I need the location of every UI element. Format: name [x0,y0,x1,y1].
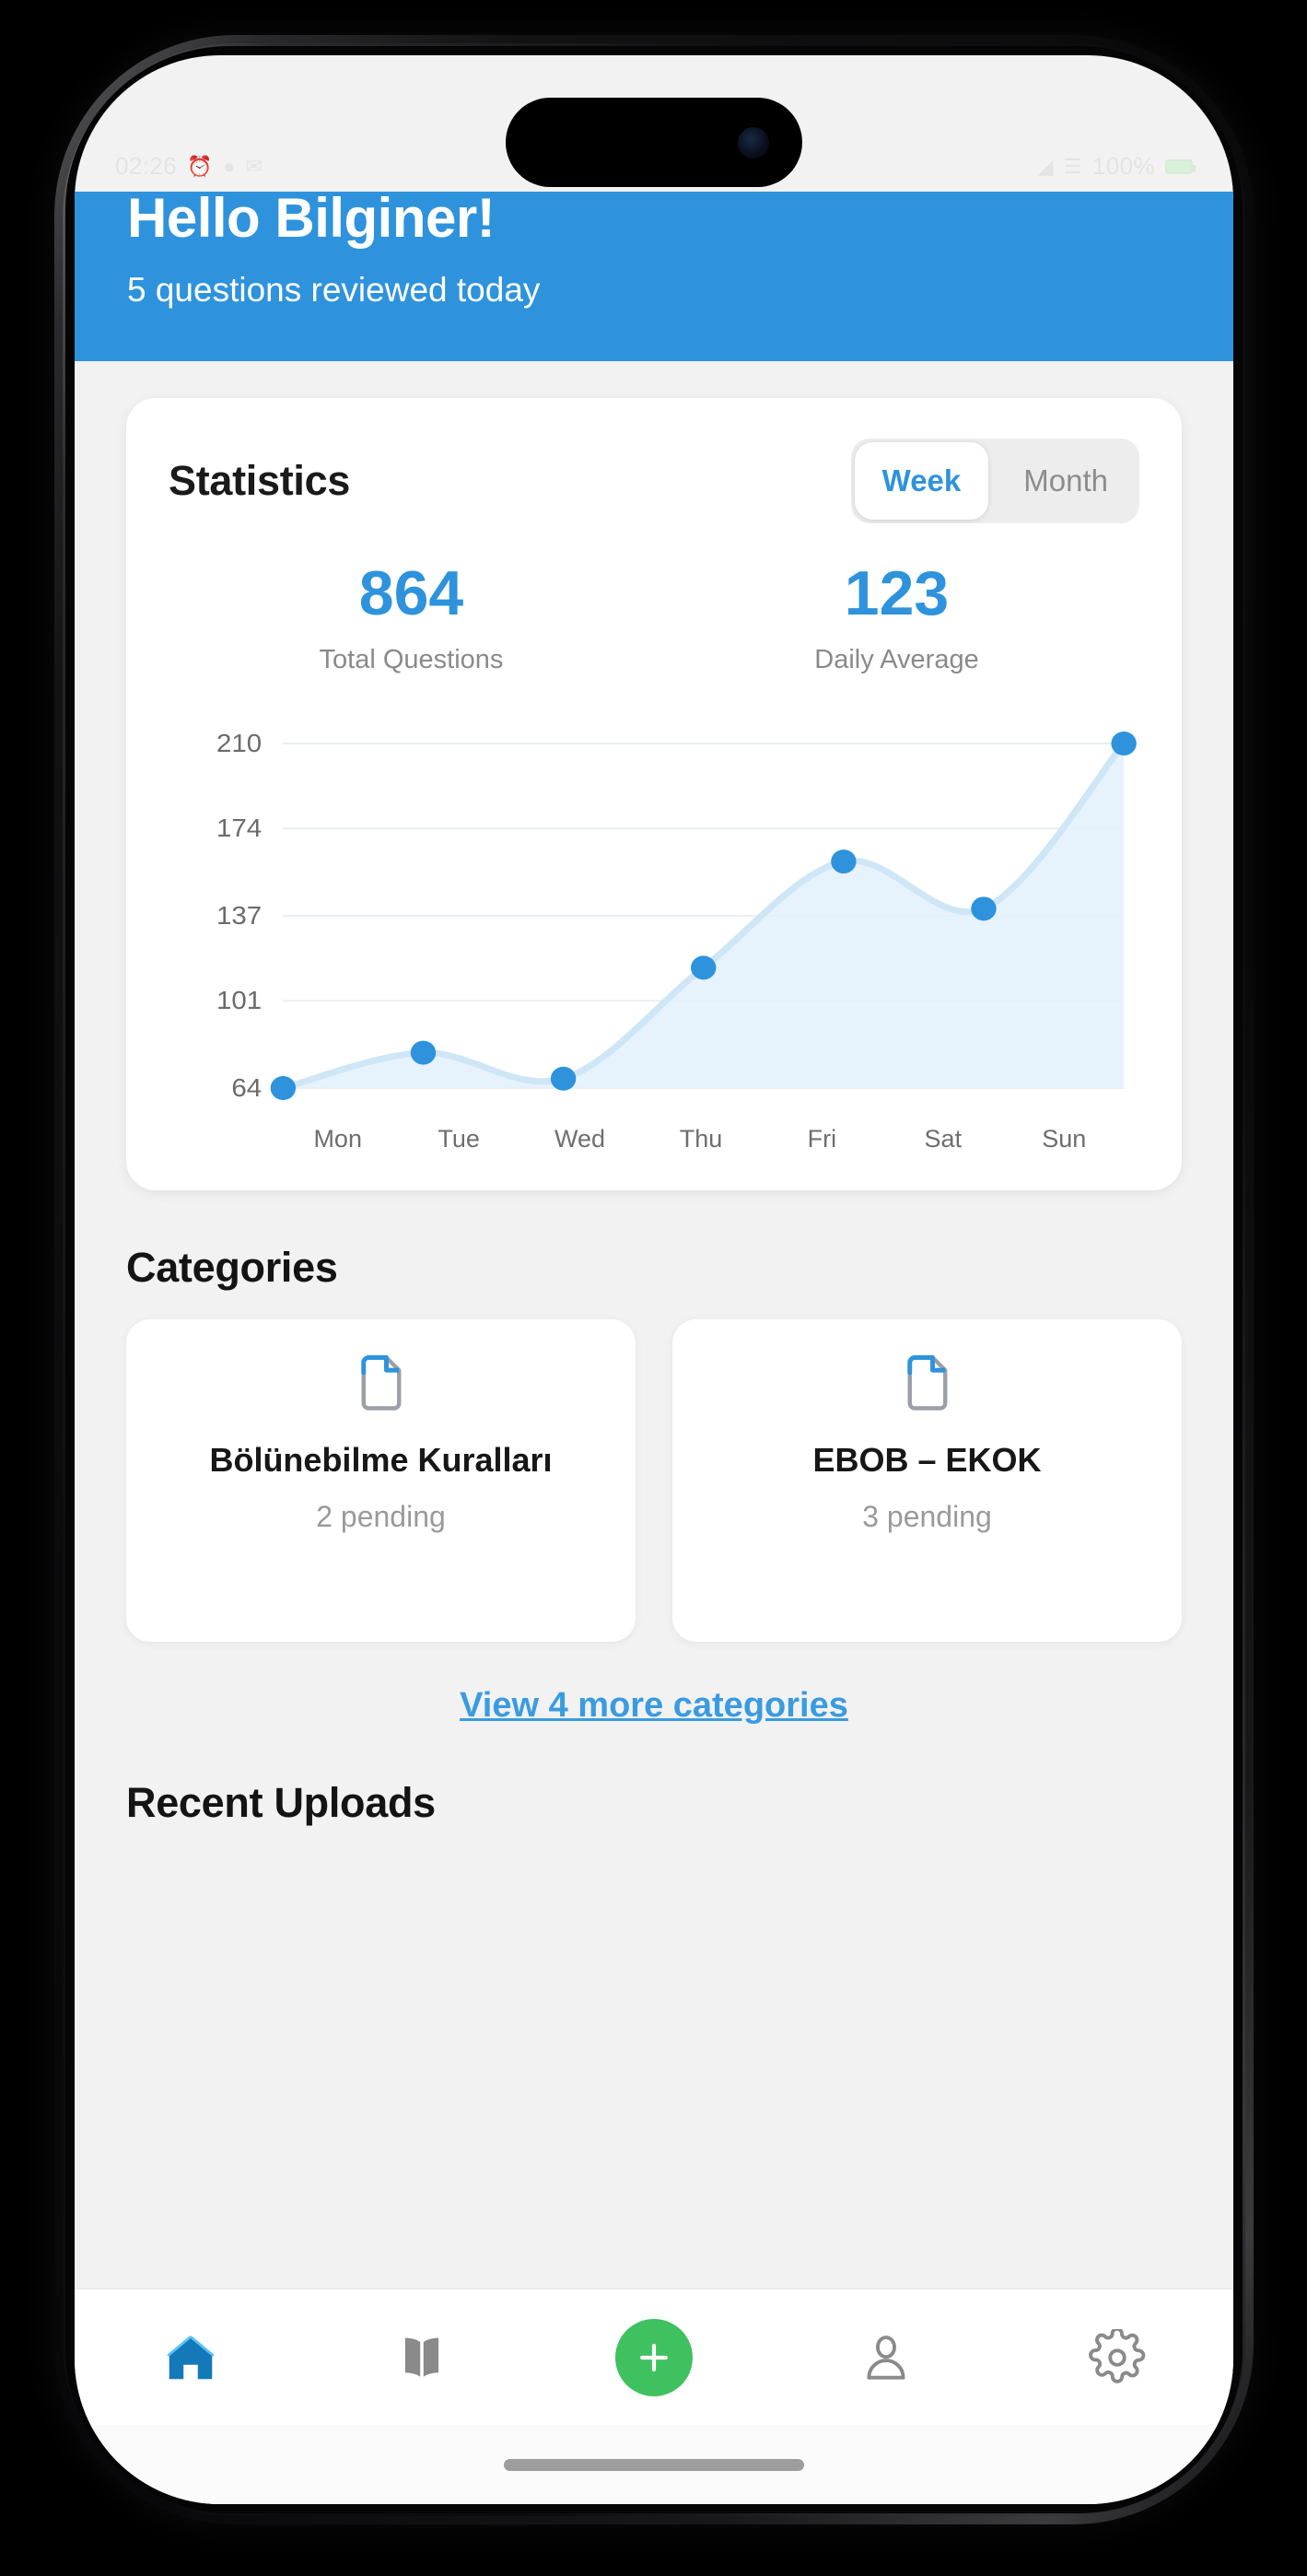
document-icon [906,1355,947,1411]
statistics-card: Statistics Week Month 864 Total Question… [126,398,1182,1190]
app-badge-icon: ● [222,154,236,178]
person-icon [867,2335,905,2380]
alarm-icon: ⏰ [187,154,213,178]
categories-grid: Bölünebilme Kuralları 2 pending EBOB – E… [126,1319,1182,1642]
tab-add[interactable] [594,2289,714,2425]
category-pending-count: 3 pending [862,1500,992,1534]
main-content: Statistics Week Month 864 Total Question… [75,398,1233,2067]
phone-frame: 02:26 ⏰ ● ✉ ◢ ☰ 100% Hello Bilginer! 5 q… [54,35,1254,2524]
category-card[interactable]: Bölünebilme Kuralları 2 pending [126,1319,636,1642]
greeting-title: Hello Bilginer! [127,187,496,249]
statistics-title: Statistics [169,457,351,504]
document-icon [360,1355,401,1411]
message-icon: ✉ [245,154,263,178]
metric-total-questions: 864 Total Questions [169,562,654,675]
tab-profile[interactable] [826,2289,946,2425]
wifi-icon: ◢ [1037,154,1054,178]
plus-icon [640,2343,668,2371]
category-pending-count: 2 pending [316,1500,446,1534]
tab-library[interactable] [362,2289,482,2425]
add-button[interactable] [614,2318,693,2396]
status-bar-time: 02:26 [115,152,178,180]
tab-home[interactable] [131,2289,251,2425]
greeting-subtitle: 5 questions reviewed today [127,271,541,309]
range-segmented-control[interactable]: Week Month [850,439,1139,523]
chart-x-label: Sat [924,1125,963,1153]
battery-percent-label: 100% [1091,152,1155,180]
recent-uploads-section-title: Recent Uploads [126,1779,436,1826]
bottom-tab-bar [75,2289,1233,2425]
svg-text:210: 210 [216,730,262,758]
metric-total-questions-value: 864 [358,558,464,628]
chart-x-label: Tue [438,1125,480,1153]
home-indicator[interactable] [504,2458,804,2471]
svg-text:101: 101 [216,987,262,1015]
front-camera-icon [738,126,769,158]
weekly-activity-chart[interactable]: 64 101 137 174 210 [169,723,1139,1119]
chart-x-label: Sun [1042,1125,1087,1153]
chart-x-label: Mon [313,1125,362,1153]
chart-canvas: 64 101 137 174 210 [216,730,1137,1103]
status-bar-right: ◢ ☰ 100% [1037,152,1196,181]
chart-x-label: Wed [554,1125,606,1153]
view-more-categories-link[interactable]: View 4 more categories [126,1686,1182,1726]
home-indicator-area [75,2425,1233,2504]
category-card[interactable]: EBOB – EKOK 3 pending [672,1319,1182,1642]
tab-settings[interactable] [1057,2289,1177,2425]
categories-section-title: Categories [126,1244,338,1291]
svg-text:137: 137 [216,902,262,931]
screenshot-stage: 02:26 ⏰ ● ✉ ◢ ☰ 100% Hello Bilginer! 5 q… [0,0,1307,2576]
svg-text:174: 174 [216,814,262,843]
book-icon [405,2337,439,2377]
chart-x-axis: Mon Tue Wed Thu Fri Sat Sun [169,1125,1139,1153]
app-scroll-area[interactable]: Hello Bilginer! 5 questions reviewed tod… [75,141,1233,2504]
metric-daily-average-label: Daily Average [814,645,979,674]
phone-screen: 02:26 ⏰ ● ✉ ◢ ☰ 100% Hello Bilginer! 5 q… [75,55,1233,2504]
chart-x-label: Fri [807,1125,837,1153]
statistics-header: Statistics Week Month [169,439,1139,523]
chart-x-label: Thu [679,1125,723,1153]
home-icon [167,2335,215,2379]
dynamic-island [506,98,802,187]
statistics-metrics: 864 Total Questions 123 Daily Average [169,562,1139,675]
gear-icon [1089,2328,1146,2383]
range-option-month[interactable]: Month [992,439,1139,523]
metric-total-questions-label: Total Questions [319,645,504,674]
category-name: EBOB – EKOK [812,1441,1042,1479]
status-bar-left: 02:26 ⏰ ● ✉ [115,152,263,181]
svg-text:64: 64 [231,1074,262,1103]
metric-daily-average-value: 123 [844,558,950,628]
app-viewport: 02:26 ⏰ ● ✉ ◢ ☰ 100% Hello Bilginer! 5 q… [75,55,1233,2504]
metric-daily-average: 123 Daily Average [654,562,1139,675]
battery-icon [1165,158,1196,174]
range-option-week[interactable]: Week [854,442,989,520]
signal-icon: ☰ [1063,154,1082,178]
category-name: Bölünebilme Kuralları [209,1441,553,1479]
